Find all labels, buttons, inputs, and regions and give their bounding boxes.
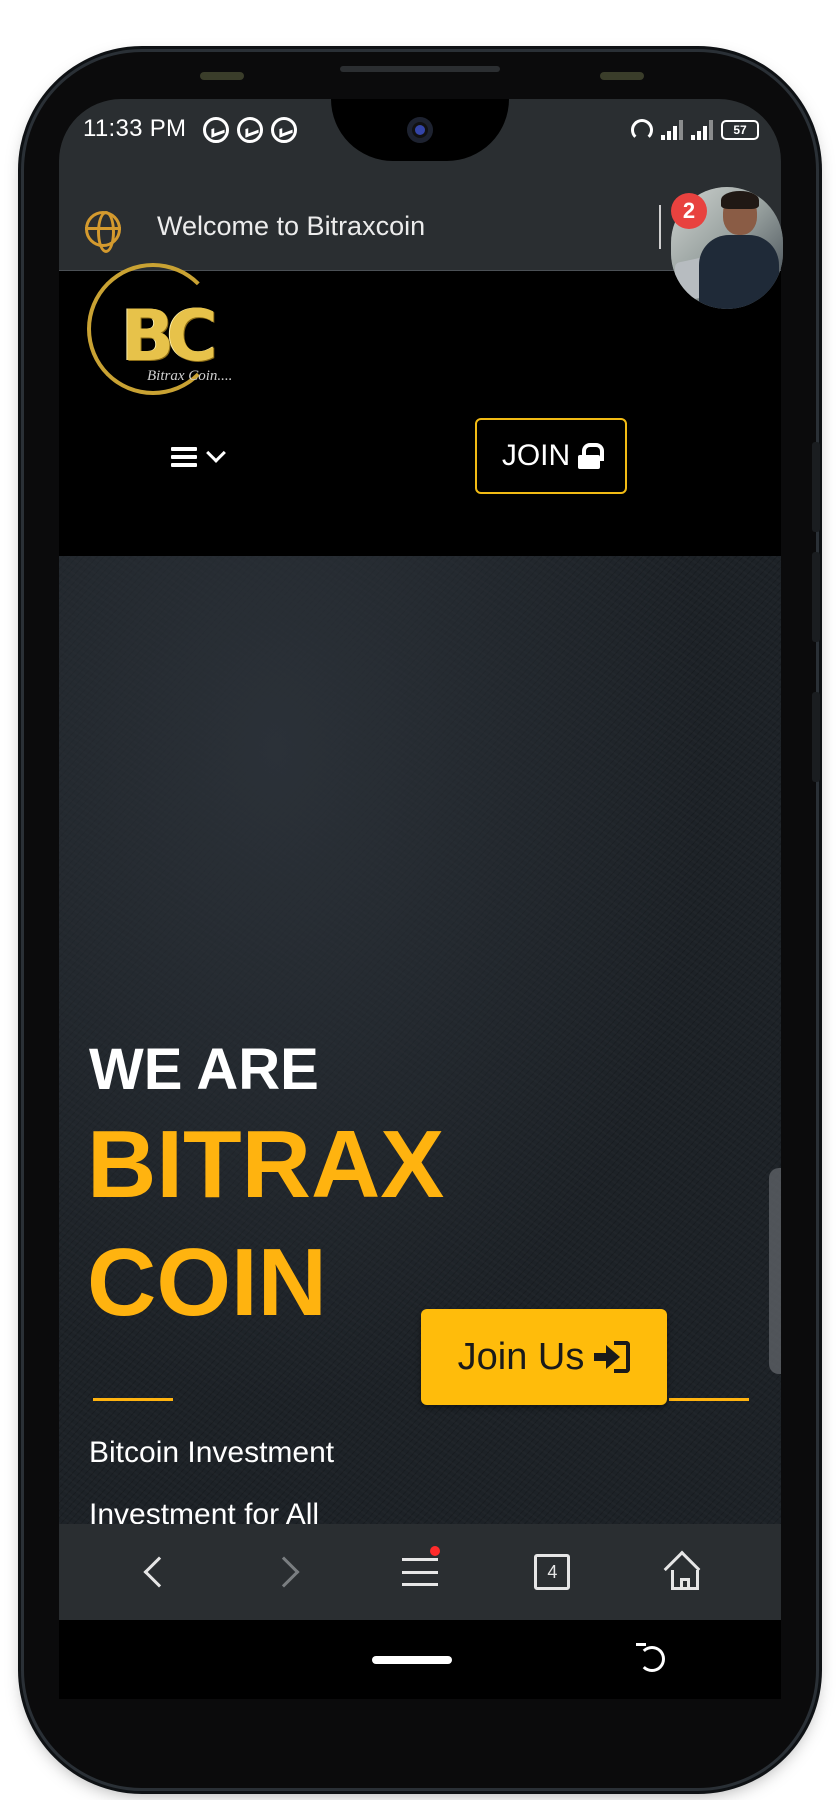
globe-icon: [85, 211, 121, 253]
join-us-label: Join Us: [457, 1335, 585, 1378]
site-logo[interactable]: BC Bitrax Coin....: [87, 263, 247, 401]
phone-screen: 11:33 PM 57 Welcome to Bitraxcoin BC Bit…: [59, 99, 781, 1699]
hero-title: BITRAX COIN: [87, 1106, 444, 1342]
hero-divider-line: [93, 1398, 173, 1401]
menu-icon: [401, 1558, 438, 1586]
back-arrow-icon: [143, 1556, 175, 1588]
rotate-screen-icon[interactable]: [636, 1643, 665, 1672]
system-status-icons: 57: [631, 119, 759, 141]
hero-title-line1: BITRAX: [87, 1111, 445, 1218]
forward-button[interactable]: [258, 1542, 318, 1602]
notification-dot: [429, 1546, 440, 1556]
hero-title-line2: COIN: [87, 1229, 327, 1336]
display-notch: [331, 99, 509, 161]
hero-tagline: Bitcoin Investment: [89, 1436, 335, 1469]
tabs-icon: 4: [534, 1554, 571, 1590]
browser-toolbar: 4: [59, 1524, 781, 1620]
signal-icon: [661, 120, 683, 140]
hamburger-icon: [171, 447, 197, 467]
sensor-strip: [200, 72, 244, 80]
home-button[interactable]: [655, 1542, 715, 1602]
logo-subtitle: Bitrax Coin....: [147, 368, 233, 384]
site-header: BC Bitrax Coin.... JOIN: [59, 263, 781, 556]
signal-icon: [691, 120, 713, 140]
phone-frame: 11:33 PM 57 Welcome to Bitraxcoin BC Bit…: [24, 52, 820, 1788]
battery-icon: 57: [721, 120, 759, 140]
chevron-down-icon: [206, 443, 226, 463]
power-button: [812, 442, 820, 532]
join-button-label: JOIN: [501, 439, 571, 472]
status-bar: 11:33 PM 57: [59, 99, 781, 185]
browser-menu-button[interactable]: [390, 1542, 450, 1602]
sign-in-icon: [594, 1341, 631, 1373]
back-button[interactable]: [125, 1542, 185, 1602]
hotspot-icon: [631, 119, 653, 141]
messenger-icon: [203, 117, 229, 143]
hero-section: WE ARE BITRAX COIN Join Us Bitcoin Inves…: [59, 556, 781, 1531]
earpiece-speaker: [340, 66, 500, 72]
edge-panel-handle[interactable]: [769, 1168, 781, 1374]
messenger-icon: [271, 117, 297, 143]
hero-eyebrow: WE ARE: [89, 1037, 319, 1102]
hero-divider-line: [669, 1398, 749, 1401]
menu-toggle-button[interactable]: [171, 443, 226, 467]
podcast-icon: [237, 117, 263, 143]
home-gesture-pill[interactable]: [372, 1656, 452, 1664]
front-camera: [407, 117, 433, 143]
volume-up-button: [812, 552, 820, 642]
lock-icon: [578, 443, 605, 469]
join-button[interactable]: JOIN: [475, 418, 627, 494]
page-title[interactable]: Welcome to Bitraxcoin: [157, 211, 425, 242]
bar-divider: [659, 205, 661, 249]
notification-icons: [203, 117, 297, 143]
logo-letters: BC: [121, 295, 218, 377]
volume-down-button: [812, 692, 820, 782]
chat-head-badge: 2: [671, 193, 707, 229]
forward-arrow-icon: [268, 1556, 300, 1588]
join-us-button[interactable]: Join Us: [421, 1309, 667, 1405]
gesture-navigation-bar: [59, 1620, 781, 1699]
tabs-button[interactable]: 4: [522, 1542, 582, 1602]
home-icon: [663, 1550, 705, 1590]
status-time: 11:33 PM: [83, 115, 187, 142]
sensor-strip: [600, 72, 644, 80]
